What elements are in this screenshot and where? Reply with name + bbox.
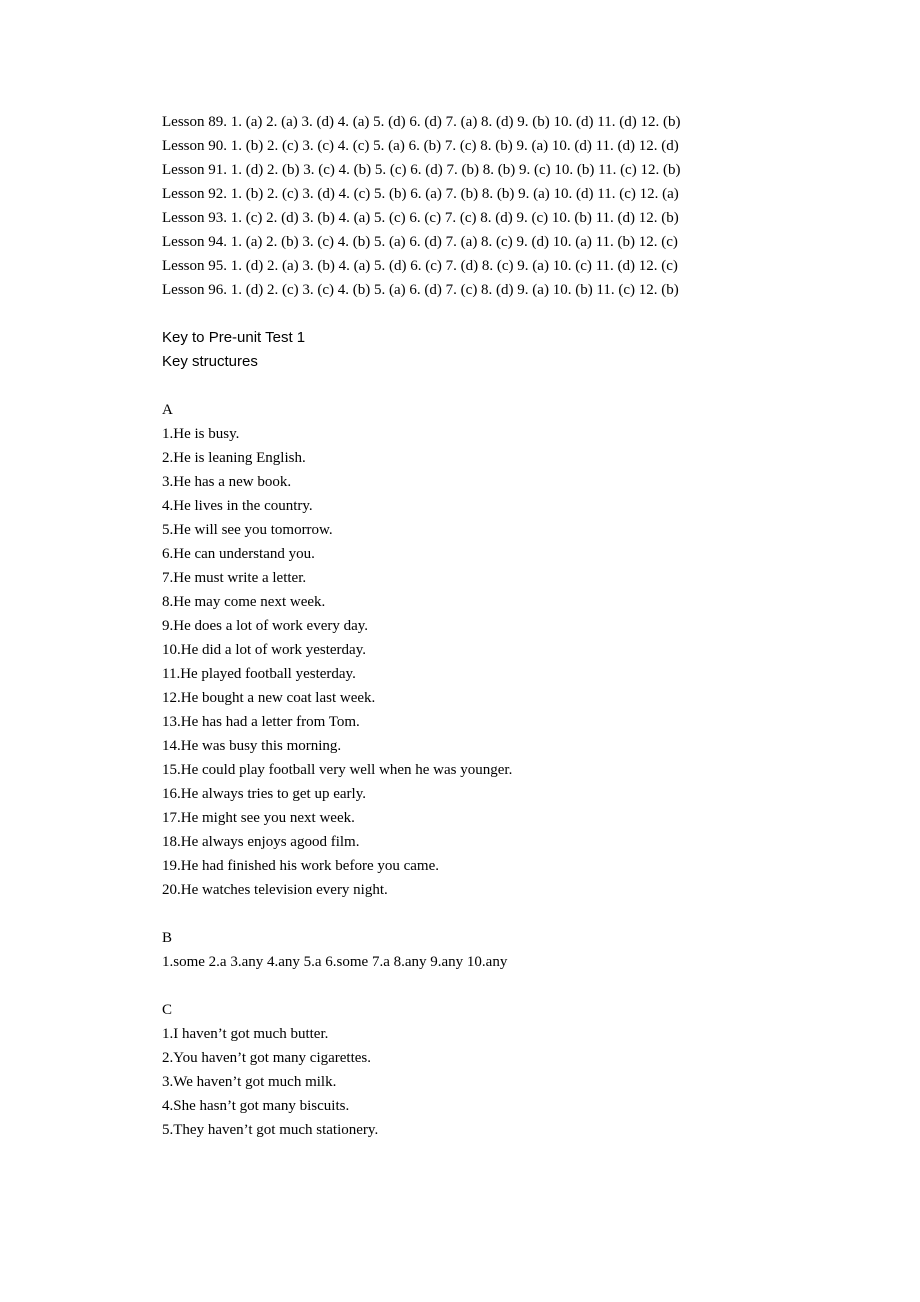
section-c-item: 2.You haven’t got many cigarettes.: [162, 1046, 760, 1070]
section-a-item: 17.He might see you next week.: [162, 806, 760, 830]
section-c-item: 4.She hasn’t got many biscuits.: [162, 1094, 760, 1118]
section-a-item: 18.He always enjoys agood film.: [162, 830, 760, 854]
section-a-item: 11.He played football yesterday.: [162, 662, 760, 686]
section-a-item: 16.He always tries to get up early.: [162, 782, 760, 806]
section-a-item: 6.He can understand you.: [162, 542, 760, 566]
lesson-line: Lesson 92. 1. (b) 2. (c) 3. (d) 4. (c) 5…: [162, 182, 760, 206]
lesson-line: Lesson 95. 1. (d) 2. (a) 3. (b) 4. (a) 5…: [162, 254, 760, 278]
section-b-line: 1.some 2.a 3.any 4.any 5.a 6.some 7.a 8.…: [162, 950, 760, 974]
lesson-line: Lesson 94. 1. (a) 2. (b) 3. (c) 4. (b) 5…: [162, 230, 760, 254]
section-a-item: 8.He may come next week.: [162, 590, 760, 614]
section-a-item: 5.He will see you tomorrow.: [162, 518, 760, 542]
section-a-item: 9.He does a lot of work every day.: [162, 614, 760, 638]
heading-key-structures: Key structures: [162, 350, 760, 374]
section-a-item: 14.He was busy this morning.: [162, 734, 760, 758]
lesson-line: Lesson 96. 1. (d) 2. (c) 3. (c) 4. (b) 5…: [162, 278, 760, 302]
section-a-item: 2.He is leaning English.: [162, 446, 760, 470]
lesson-line: Lesson 91. 1. (d) 2. (b) 3. (c) 4. (b) 5…: [162, 158, 760, 182]
section-a-item: 4.He lives in the country.: [162, 494, 760, 518]
section-a-item: 19.He had finished his work before you c…: [162, 854, 760, 878]
section-a-item: 1.He is busy.: [162, 422, 760, 446]
section-a-item: 10.He did a lot of work yesterday.: [162, 638, 760, 662]
section-a-item: 7.He must write a letter.: [162, 566, 760, 590]
lesson-answers-block: Lesson 89. 1. (a) 2. (a) 3. (d) 4. (a) 5…: [162, 110, 760, 302]
section-a-item: 3.He has a new book.: [162, 470, 760, 494]
lesson-line: Lesson 89. 1. (a) 2. (a) 3. (d) 4. (a) 5…: [162, 110, 760, 134]
section-c-label: C: [162, 998, 760, 1022]
section-c-item: 3.We haven’t got much milk.: [162, 1070, 760, 1094]
section-b-label: B: [162, 926, 760, 950]
section-a-item: 13.He has had a letter from Tom.: [162, 710, 760, 734]
heading-key-preunit: Key to Pre-unit Test 1: [162, 326, 760, 350]
section-c-item: 1.I haven’t got much butter.: [162, 1022, 760, 1046]
section-a-label: A: [162, 398, 760, 422]
section-a-items: 1.He is busy. 2.He is leaning English. 3…: [162, 422, 760, 902]
lesson-line: Lesson 93. 1. (c) 2. (d) 3. (b) 4. (a) 5…: [162, 206, 760, 230]
section-a-item: 20.He watches television every night.: [162, 878, 760, 902]
section-c-item: 5.They haven’t got much stationery.: [162, 1118, 760, 1142]
section-c-items: 1.I haven’t got much butter. 2.You haven…: [162, 1022, 760, 1142]
document-page: Lesson 89. 1. (a) 2. (a) 3. (d) 4. (a) 5…: [0, 0, 920, 1302]
section-a-item: 15.He could play football very well when…: [162, 758, 760, 782]
section-a-item: 12.He bought a new coat last week.: [162, 686, 760, 710]
lesson-line: Lesson 90. 1. (b) 2. (c) 3. (c) 4. (c) 5…: [162, 134, 760, 158]
